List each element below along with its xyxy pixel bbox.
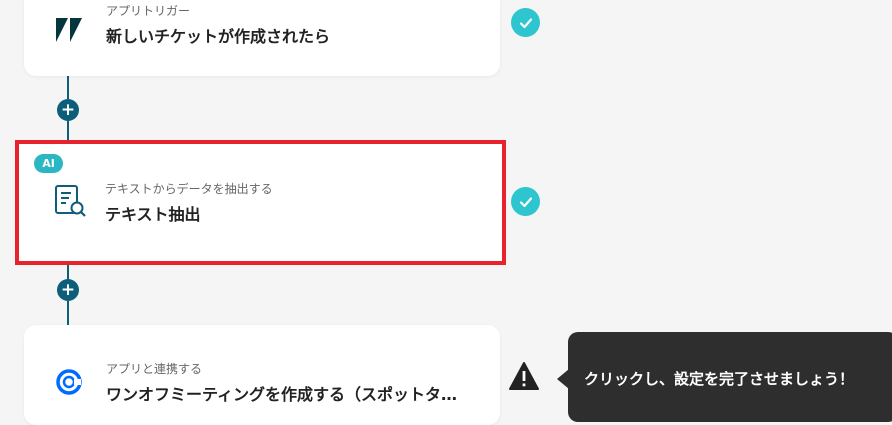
flow-step-card-trigger[interactable]: アプリトリガー 新しいチケットが作成されたら: [24, 0, 500, 76]
completed-check-icon: [511, 187, 540, 216]
step-title: ワンオフミーティングを作成する（スポットタ…: [106, 385, 458, 404]
step-app-type: アプリトリガー: [106, 4, 191, 18]
flow-step-card-ai[interactable]: テキストからデータを抽出する テキスト抽出: [15, 140, 506, 265]
calendly-logo-icon: [52, 365, 86, 399]
step-title: 新しいチケットが作成されたら: [106, 27, 331, 46]
completed-check-icon: [511, 8, 540, 37]
step-app-type: テキストからデータを抽出する: [105, 182, 273, 196]
warning-icon: [508, 361, 540, 391]
ai-badge: AI: [34, 154, 63, 173]
add-step-button[interactable]: +: [57, 99, 79, 121]
flow-step-card-action[interactable]: アプリと連携する ワンオフミーティングを作成する（スポットタ…: [24, 325, 500, 425]
step-title: テキスト抽出: [105, 205, 201, 224]
add-step-button[interactable]: +: [57, 279, 79, 301]
document-search-icon: [53, 184, 87, 218]
step-app-type: アプリと連携する: [106, 362, 203, 376]
tooltip-text: クリックし、設定を完了させましょう！: [584, 370, 855, 388]
zendesk-logo-icon: [52, 13, 86, 47]
